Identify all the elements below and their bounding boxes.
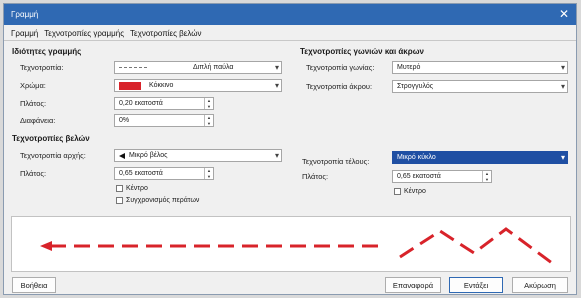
start-style-combo[interactable]: Μικρό βέλος ▾ [114, 149, 282, 162]
color-label: Χρώμα: [20, 81, 46, 90]
line-preview [11, 216, 571, 272]
start-center-checkbox[interactable]: Κέντρο [116, 185, 148, 192]
chevron-down-icon: ▾ [274, 81, 279, 90]
start-width-value: 0,65 εκατοστά [119, 170, 163, 177]
preview-drawing [40, 227, 553, 265]
line-width-value: 0,20 εκατοστά [119, 100, 163, 107]
start-style-value: Μικρό βέλος [129, 152, 168, 159]
line-style-combo[interactable]: Διπλή παύλα ▾ [114, 61, 282, 74]
spin-up-icon[interactable]: ▲ [207, 168, 211, 173]
end-width-label: Πλάτος: [302, 172, 329, 181]
corner-cap-heading: Τεχνοτροπίες γωνιών και άκρων [300, 47, 424, 56]
end-style-combo[interactable]: Μικρό κύκλο ▾ [392, 151, 568, 164]
cap-style-value: Στρογγυλός [397, 83, 434, 90]
spin-down-icon[interactable]: ▼ [485, 177, 489, 182]
chevron-down-icon: ▾ [274, 151, 279, 160]
start-width-spin[interactable]: 0,65 εκατοστά ▲ ▼ [114, 167, 214, 180]
corner-style-combo[interactable]: Μυτερό ▾ [392, 61, 568, 74]
spin-buttons[interactable]: ▲ ▼ [482, 171, 491, 182]
spin-up-icon[interactable]: ▲ [207, 98, 211, 103]
tab-arrow-styles[interactable]: Τεχνοτροπίες βελών [127, 27, 204, 40]
style-label: Τεχνοτροπία: [20, 63, 64, 72]
dash-pattern-icon [119, 67, 147, 68]
end-style-label: Τεχνοτροπία τέλους: [302, 157, 370, 166]
chevron-down-icon: ▾ [560, 153, 565, 162]
checkbox-box[interactable] [116, 197, 123, 204]
color-swatch [119, 81, 141, 90]
chevron-down-icon: ▾ [560, 82, 565, 91]
spin-buttons[interactable]: ▲ ▼ [204, 168, 213, 179]
transparency-value: 0% [119, 117, 130, 124]
spin-down-icon[interactable]: ▼ [207, 121, 211, 126]
preview-zigzag-line [399, 227, 553, 265]
end-style-value: Μικρό κύκλο [397, 154, 436, 161]
end-width-spin[interactable]: 0,65 εκατοστά ▲ ▼ [392, 170, 492, 183]
end-width-value: 0,65 εκατοστά [397, 173, 441, 180]
spin-buttons[interactable]: ▲ ▼ [204, 115, 213, 126]
start-style-label: Τεχνοτροπία αρχής: [20, 151, 86, 160]
start-width-label: Πλάτος: [20, 169, 47, 178]
start-center-label: Κέντρο [126, 185, 148, 192]
sync-ends-checkbox[interactable]: Συγχρονισμός περάτων [116, 197, 199, 204]
cap-style-label: Τεχνοτροπία άκρου: [306, 82, 373, 91]
spin-up-icon[interactable]: ▲ [207, 115, 211, 120]
corner-style-label: Τεχνοτροπία γωνίας: [306, 63, 375, 72]
line-color-combo[interactable]: Κόκκινο ▾ [114, 79, 282, 92]
cancel-button[interactable]: Ακύρωση [512, 277, 568, 293]
line-width-spin[interactable]: 0,20 εκατοστά ▲ ▼ [114, 97, 214, 110]
transparency-label: Διαφάνεια: [20, 116, 56, 125]
tab-line[interactable]: Γραμμή [8, 27, 41, 40]
spin-up-icon[interactable]: ▲ [485, 171, 489, 176]
end-center-label: Κέντρο [404, 188, 426, 195]
transparency-spin[interactable]: 0% ▲ ▼ [114, 114, 214, 127]
corner-style-value: Μυτερό [397, 64, 421, 71]
checkbox-box[interactable] [116, 185, 123, 192]
spin-down-icon[interactable]: ▼ [207, 104, 211, 109]
tab-bar: Γραμμή Τεχνοτροπίες γραμμής Τεχνοτροπίες… [4, 25, 576, 41]
arrow-left-icon [119, 152, 125, 159]
ok-button[interactable]: Εντάξει [449, 277, 503, 293]
title-bar: Γραμμή ✕ [4, 4, 576, 25]
checkbox-box[interactable] [394, 188, 401, 195]
cap-style-combo[interactable]: Στρογγυλός ▾ [392, 80, 568, 93]
width-label: Πλάτος: [20, 99, 47, 108]
spin-down-icon[interactable]: ▼ [207, 174, 211, 179]
tab-line-styles[interactable]: Τεχνοτροπίες γραμμής [41, 27, 127, 40]
chevron-down-icon: ▾ [274, 63, 279, 72]
reset-button[interactable]: Επαναφορά [385, 277, 441, 293]
arrow-styles-heading: Τεχνοτροπίες βελών [12, 134, 90, 143]
help-button[interactable]: Βοήθεια [12, 277, 56, 293]
line-properties-heading: Ιδιότητες γραμμής [12, 47, 82, 56]
line-color-value: Κόκκινο [149, 82, 174, 89]
line-style-value: Διπλή παύλα [193, 64, 234, 71]
spin-buttons[interactable]: ▲ ▼ [204, 98, 213, 109]
close-icon[interactable]: ✕ [559, 7, 569, 21]
end-center-checkbox[interactable]: Κέντρο [394, 188, 426, 195]
line-dialog: Γραμμή ✕ Γραμμή Τεχνοτροπίες γραμμής Τεχ… [3, 3, 577, 295]
chevron-down-icon: ▾ [560, 63, 565, 72]
window-title: Γραμμή [11, 10, 39, 19]
sync-ends-label: Συγχρονισμός περάτων [126, 197, 200, 204]
